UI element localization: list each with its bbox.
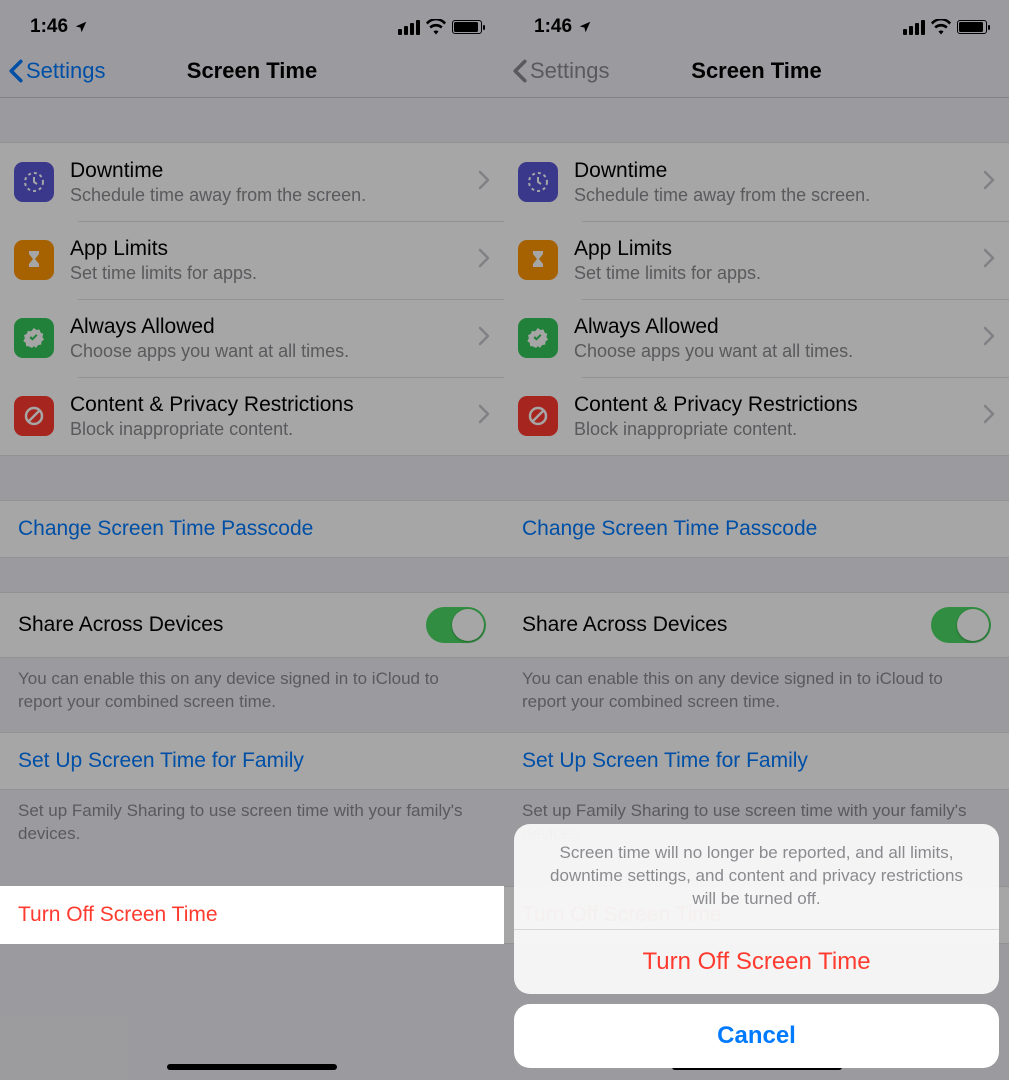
- sheet-confirm-button[interactable]: Turn Off Screen Time: [514, 929, 999, 994]
- share-across-devices-row[interactable]: Share Across Devices: [0, 592, 504, 658]
- row-downtime[interactable]: Downtime Schedule time away from the scr…: [504, 143, 1009, 221]
- row-app-limits[interactable]: App Limits Set time limits for apps.: [0, 221, 504, 299]
- chevron-right-icon: [983, 170, 995, 195]
- chevron-right-icon: [478, 326, 490, 351]
- row-always-allowed[interactable]: Always Allowed Choose apps you want at a…: [0, 299, 504, 377]
- family-footer: Set up Family Sharing to use screen time…: [0, 790, 504, 864]
- row-title: Downtime: [70, 159, 478, 183]
- toggle-label: Share Across Devices: [18, 613, 223, 637]
- status-time: 1:46: [534, 16, 572, 38]
- chevron-right-icon: [478, 248, 490, 273]
- share-toggle[interactable]: [931, 607, 991, 643]
- chevron-right-icon: [983, 248, 995, 273]
- location-icon: [74, 20, 88, 34]
- chevron-right-icon: [983, 326, 995, 351]
- row-always-allowed[interactable]: Always Allowed Choose apps you want at a…: [504, 299, 1009, 377]
- nav-bar: Settings Screen Time: [504, 44, 1009, 98]
- share-across-devices-row[interactable]: Share Across Devices: [504, 592, 1009, 658]
- chevron-right-icon: [478, 404, 490, 429]
- downtime-icon: [14, 162, 54, 202]
- checkmark-badge-icon: [518, 318, 558, 358]
- row-content-privacy[interactable]: Content & Privacy Restrictions Block ina…: [0, 377, 504, 455]
- row-subtitle: Block inappropriate content.: [70, 419, 478, 440]
- row-app-limits[interactable]: App Limits Set time limits for apps.: [504, 221, 1009, 299]
- share-footer: You can enable this on any device signed…: [504, 658, 1009, 732]
- row-subtitle: Choose apps you want at all times.: [70, 341, 478, 362]
- options-group: Downtime Schedule time away from the scr…: [504, 142, 1009, 456]
- back-button[interactable]: Settings: [504, 58, 610, 84]
- setup-family-button[interactable]: Set Up Screen Time for Family: [504, 732, 1009, 790]
- phone-right: 1:46 Settings Screen Time: [504, 0, 1009, 1080]
- battery-icon: [957, 20, 987, 34]
- back-label: Settings: [530, 58, 610, 84]
- battery-icon: [452, 20, 482, 34]
- row-title: Content & Privacy Restrictions: [70, 393, 478, 417]
- row-downtime[interactable]: Downtime Schedule time away from the scr…: [0, 143, 504, 221]
- status-time: 1:46: [30, 16, 68, 38]
- back-label: Settings: [26, 58, 106, 84]
- action-sheet: Screen time will no longer be reported, …: [514, 824, 999, 1068]
- row-subtitle: Set time limits for apps.: [70, 263, 478, 284]
- row-content-privacy[interactable]: Content & Privacy Restrictions Block ina…: [504, 377, 1009, 455]
- cellular-icon: [398, 20, 420, 35]
- sheet-cancel-button[interactable]: Cancel: [514, 1004, 999, 1068]
- location-icon: [578, 20, 592, 34]
- nav-bar: Settings Screen Time: [0, 44, 504, 98]
- back-button[interactable]: Settings: [0, 58, 106, 84]
- row-subtitle: Schedule time away from the screen.: [70, 185, 478, 206]
- hourglass-icon: [518, 240, 558, 280]
- downtime-icon: [518, 162, 558, 202]
- chevron-right-icon: [983, 404, 995, 429]
- wifi-icon: [931, 19, 951, 35]
- change-passcode-button[interactable]: Change Screen Time Passcode: [504, 500, 1009, 558]
- share-toggle[interactable]: [426, 607, 486, 643]
- wifi-icon: [426, 19, 446, 35]
- setup-family-button[interactable]: Set Up Screen Time for Family: [0, 732, 504, 790]
- options-group: Downtime Schedule time away from the scr…: [0, 142, 504, 456]
- home-indicator[interactable]: [167, 1064, 337, 1070]
- row-title: Always Allowed: [70, 315, 478, 339]
- change-passcode-button[interactable]: Change Screen Time Passcode: [0, 500, 504, 558]
- status-bar: 1:46: [504, 0, 1009, 44]
- hourglass-icon: [14, 240, 54, 280]
- turn-off-highlight[interactable]: Turn Off Screen Time: [0, 886, 504, 944]
- sheet-message: Screen time will no longer be reported, …: [514, 824, 999, 929]
- cellular-icon: [903, 20, 925, 35]
- phone-left: 1:46 Settings Screen Time: [0, 0, 504, 1080]
- chevron-right-icon: [478, 170, 490, 195]
- share-footer: You can enable this on any device signed…: [0, 658, 504, 732]
- no-sign-icon: [518, 396, 558, 436]
- status-bar: 1:46: [0, 0, 504, 44]
- checkmark-badge-icon: [14, 318, 54, 358]
- row-title: App Limits: [70, 237, 478, 261]
- no-sign-icon: [14, 396, 54, 436]
